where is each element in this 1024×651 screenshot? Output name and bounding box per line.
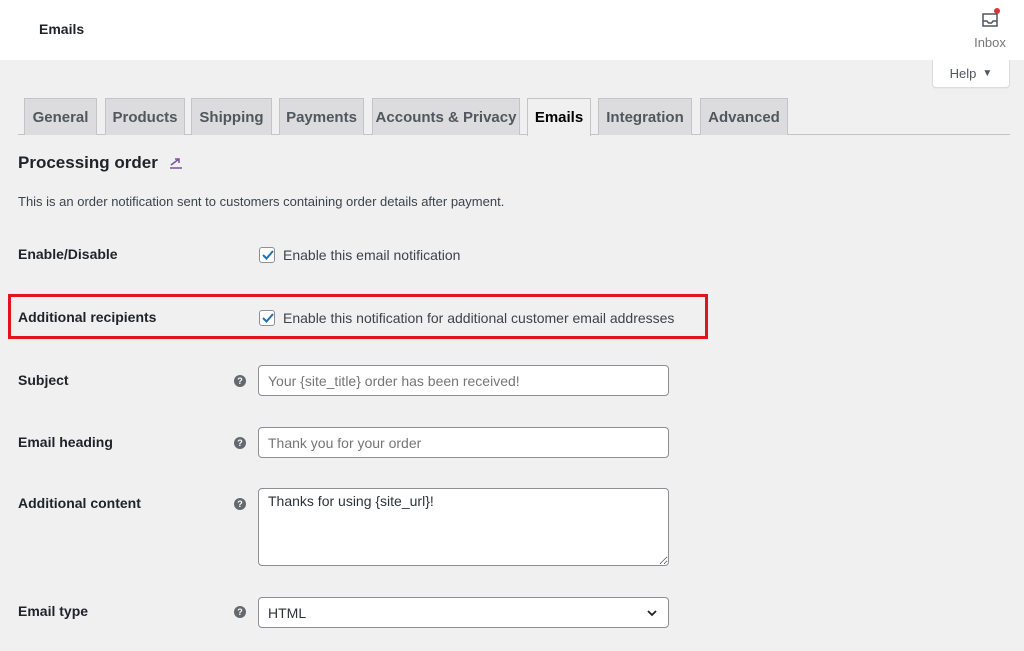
- additional-recipients-label: Additional recipients: [18, 309, 157, 325]
- tab-payments[interactable]: Payments: [279, 98, 364, 135]
- page-title: Emails: [39, 21, 85, 37]
- subject-label: Subject: [18, 372, 69, 388]
- section-title-text: Processing order: [18, 153, 158, 172]
- tab-advanced[interactable]: Advanced: [700, 98, 788, 135]
- tab-general[interactable]: General: [24, 98, 97, 135]
- subject-input[interactable]: [258, 365, 669, 396]
- help-tip-icon[interactable]: ?: [234, 606, 246, 618]
- return-link-icon[interactable]: [168, 156, 184, 170]
- notification-dot: [994, 8, 1000, 14]
- top-header: Emails Inbox: [0, 0, 1024, 60]
- chevron-down-icon: [647, 610, 657, 617]
- additional-recipients-checkbox-label: Enable this notification for additional …: [283, 310, 675, 326]
- enable-notification-label: Enable this email notification: [283, 247, 461, 263]
- section-description: This is an order notification sent to cu…: [18, 194, 505, 209]
- email-type-label: Email type: [18, 603, 89, 619]
- help-tip-icon[interactable]: ?: [234, 437, 246, 449]
- tab-shipping[interactable]: Shipping: [191, 98, 272, 135]
- tab-accounts-privacy[interactable]: Accounts & Privacy: [372, 98, 520, 135]
- settings-tabs: General Products Shipping Payments Accou…: [18, 98, 1010, 136]
- help-tip-icon[interactable]: ?: [234, 375, 246, 387]
- enable-disable-label: Enable/Disable: [18, 246, 118, 262]
- inbox-button[interactable]: Inbox: [966, 8, 1014, 52]
- section-heading: Processing order: [18, 153, 184, 173]
- additional-content-label: Additional content: [18, 495, 141, 511]
- tab-products[interactable]: Products: [105, 98, 185, 135]
- email-type-selected: HTML: [268, 604, 307, 621]
- email-heading-input[interactable]: [258, 427, 669, 458]
- tab-integration[interactable]: Integration: [598, 98, 692, 135]
- enable-notification-checkbox[interactable]: [259, 247, 275, 263]
- tab-emails[interactable]: Emails: [527, 98, 591, 136]
- email-heading-label: Email heading: [18, 434, 113, 450]
- inbox-label: Inbox: [974, 35, 1006, 50]
- help-button[interactable]: Help ▼: [932, 60, 1010, 88]
- email-type-select[interactable]: HTML: [258, 597, 669, 628]
- checkmark-icon: [262, 250, 274, 260]
- help-tip-icon[interactable]: ?: [234, 498, 246, 510]
- checkmark-icon: [262, 313, 274, 323]
- caret-down-icon: ▼: [982, 68, 993, 79]
- additional-recipients-checkbox[interactable]: [259, 310, 275, 326]
- help-label: Help: [949, 66, 977, 81]
- additional-content-textarea[interactable]: [258, 488, 669, 566]
